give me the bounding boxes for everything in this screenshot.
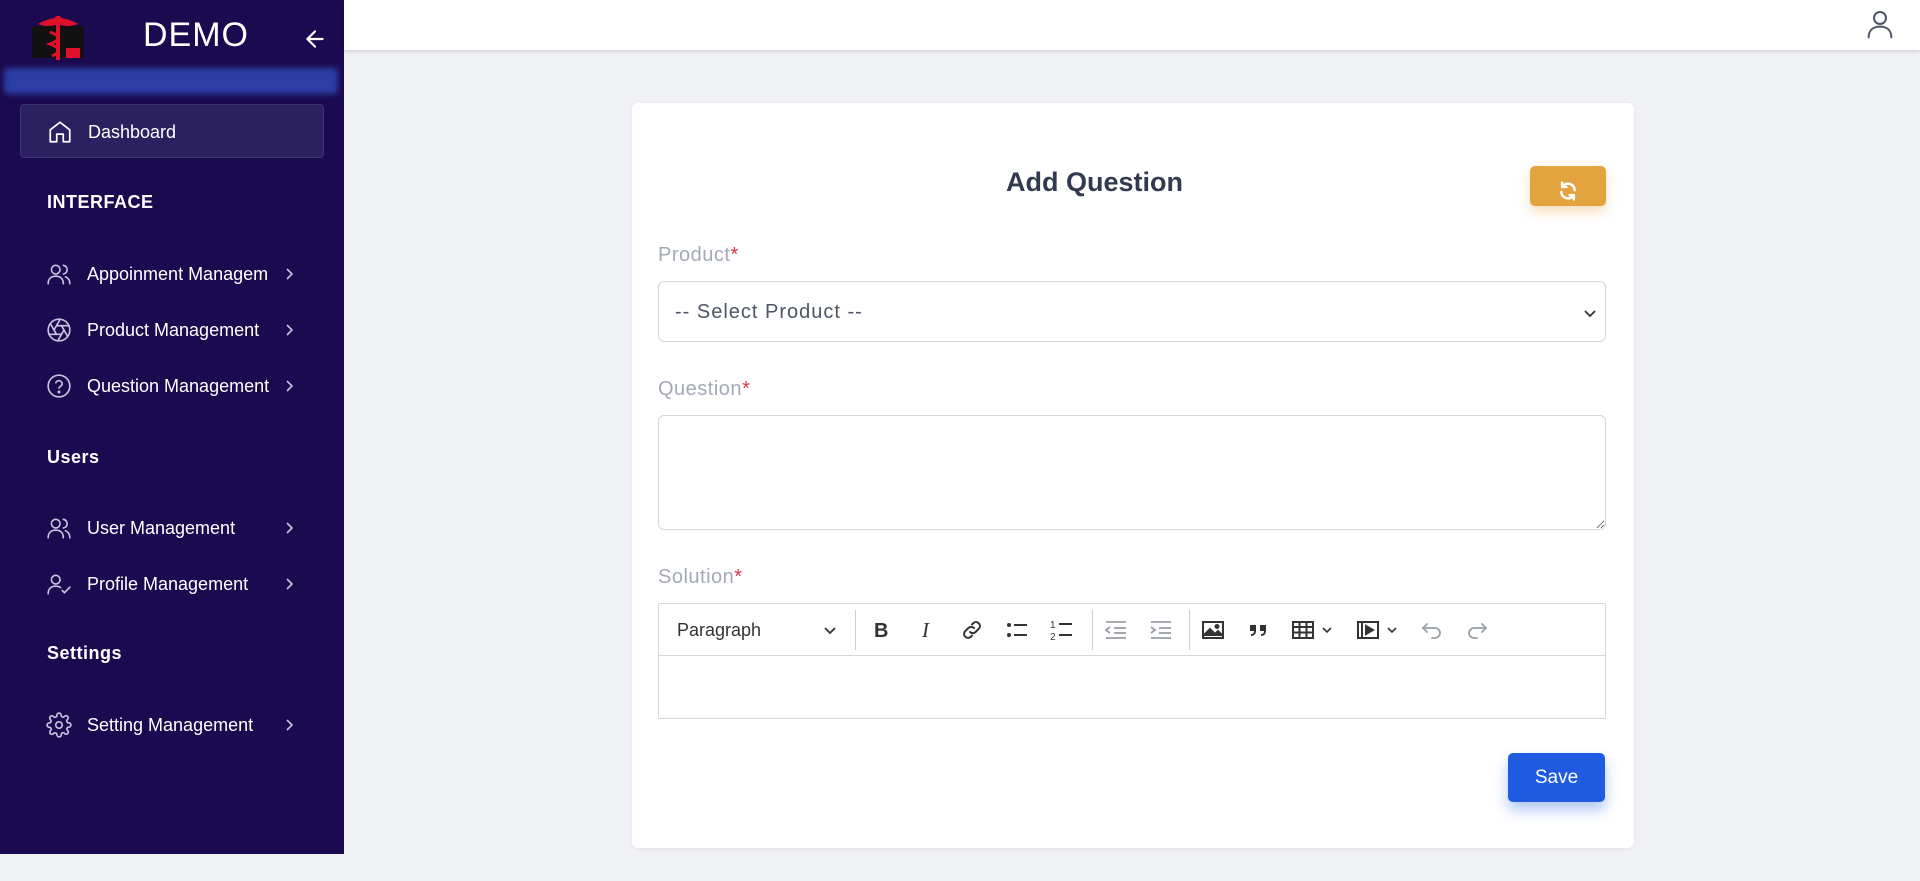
bulleted-list-icon <box>1007 623 1027 637</box>
arrow-left-icon <box>306 30 324 48</box>
undo-button[interactable] <box>1418 616 1446 644</box>
sidebar-item-label: Appoinment Managem <box>87 264 269 284</box>
required-mark: * <box>742 378 751 400</box>
insert-image-button[interactable] <box>1199 616 1227 644</box>
solution-label: Solution* <box>658 566 743 589</box>
sidebar-item-label: User Management <box>87 518 236 538</box>
sidebar-item-dashboard[interactable]: Dashboard <box>20 104 324 158</box>
page-title: Add Question <box>1006 167 1183 197</box>
chevron-down-icon[interactable] <box>1386 624 1398 636</box>
brand: DEMO <box>0 0 344 72</box>
toolbar-divider <box>1189 610 1190 650</box>
sidebar-item-user-management[interactable]: User Management <box>44 508 300 548</box>
italic-button[interactable]: I <box>913 616 941 644</box>
insert-table-button[interactable] <box>1289 616 1317 644</box>
editor-toolbar: Paragraph B I 12 <box>659 604 1605 656</box>
product-label: Product* <box>658 244 739 267</box>
sidebar-item-label: Setting Management <box>87 715 254 735</box>
image-icon <box>1202 621 1224 639</box>
indent-icon <box>1150 621 1171 639</box>
quote-icon <box>1250 625 1266 636</box>
section-settings: Settings <box>47 643 123 663</box>
bold-button[interactable]: B <box>867 616 895 644</box>
collapse-sidebar-button[interactable] <box>302 26 328 52</box>
refresh-button[interactable] <box>1530 166 1606 206</box>
sidebar: DEMO Dashboard INTERFACE Appoinment Mana… <box>0 0 344 854</box>
sidebar-item-product-management[interactable]: Product Management <box>44 310 300 350</box>
insert-media-button[interactable] <box>1354 616 1382 644</box>
sidebar-item-setting-management[interactable]: Setting Management <box>44 705 300 745</box>
svg-text:I: I <box>921 618 930 642</box>
brand-title: DEMO <box>143 16 249 54</box>
solution-label-text: Solution <box>658 566 735 588</box>
toolbar-divider <box>1092 610 1093 650</box>
italic-icon: I <box>921 618 930 642</box>
save-button[interactable]: Save <box>1508 753 1605 802</box>
chevron-down-icon <box>1584 310 1596 318</box>
chevron-right-icon <box>286 578 294 590</box>
sidebar-item-label: Profile Management <box>87 574 249 594</box>
block-quote-button[interactable] <box>1245 616 1273 644</box>
chevron-down-icon <box>824 627 836 635</box>
product-select-value: -- Select Product -- <box>675 301 863 323</box>
aperture-icon <box>47 318 71 342</box>
media-icon <box>1357 621 1379 639</box>
question-label: Question* <box>658 378 750 401</box>
user-menu-button[interactable] <box>1864 8 1896 40</box>
user-icon <box>1867 11 1893 39</box>
outdent-icon <box>1104 621 1126 639</box>
required-mark: * <box>734 566 743 588</box>
section-interface: INTERFACE <box>47 192 154 212</box>
solution-rich-text-editor: Paragraph B I 12 <box>658 603 1606 719</box>
help-circle-icon <box>47 374 71 398</box>
undo-icon <box>1421 623 1441 639</box>
chevron-down-icon[interactable] <box>1321 624 1333 636</box>
sidebar-item-appointment-management[interactable]: Appoinment Managem <box>44 254 300 294</box>
redo-icon <box>1468 623 1488 639</box>
refresh-icon <box>1560 181 1576 201</box>
required-mark: * <box>730 244 739 266</box>
svg-text:B: B <box>874 620 888 642</box>
link-icon <box>963 621 981 639</box>
link-button[interactable] <box>958 616 986 644</box>
svg-text:1: 1 <box>1050 620 1056 631</box>
numbered-list-icon: 12 <box>1050 620 1072 643</box>
top-header <box>344 0 1920 50</box>
sidebar-item-question-management[interactable]: Question Management <box>44 366 300 406</box>
sidebar-item-label: Dashboard <box>88 122 177 142</box>
section-users: Users <box>47 447 100 467</box>
bulleted-list-button[interactable] <box>1003 616 1031 644</box>
solution-editor-content[interactable] <box>659 657 1605 718</box>
redo-button[interactable] <box>1463 616 1491 644</box>
question-textarea[interactable] <box>658 415 1606 530</box>
home-icon <box>49 121 71 143</box>
users-icon <box>47 518 71 539</box>
product-label-text: Product <box>658 244 731 266</box>
indent-button[interactable] <box>1147 616 1175 644</box>
question-label-text: Question <box>658 378 743 400</box>
toolbar-divider <box>855 610 856 650</box>
svg-text:2: 2 <box>1050 632 1056 643</box>
paragraph-style-value: Paragraph <box>677 620 762 640</box>
chevron-right-icon <box>286 268 294 280</box>
sidebar-item-label: Question Management <box>87 376 270 396</box>
chevron-right-icon <box>286 719 294 731</box>
bold-icon: B <box>874 620 888 642</box>
paragraph-style-dropdown[interactable]: Paragraph <box>669 613 844 647</box>
sidebar-item-label: Product Management <box>87 320 260 340</box>
numbered-list-button[interactable]: 12 <box>1048 616 1076 644</box>
chevron-right-icon <box>286 380 294 392</box>
chevron-right-icon <box>286 324 294 336</box>
outdent-button[interactable] <box>1102 616 1130 644</box>
product-select[interactable]: -- Select Product -- <box>658 281 1606 342</box>
table-icon <box>1292 621 1314 639</box>
users-icon <box>47 264 71 285</box>
sidebar-item-profile-management[interactable]: Profile Management <box>44 564 300 604</box>
chevron-right-icon <box>286 522 294 534</box>
add-question-card: Add Question Product* -- Select Product … <box>632 103 1634 848</box>
blurred-banner <box>4 68 338 94</box>
user-check-icon <box>47 574 71 595</box>
gear-icon <box>46 712 72 738</box>
logo-icon <box>32 16 84 60</box>
